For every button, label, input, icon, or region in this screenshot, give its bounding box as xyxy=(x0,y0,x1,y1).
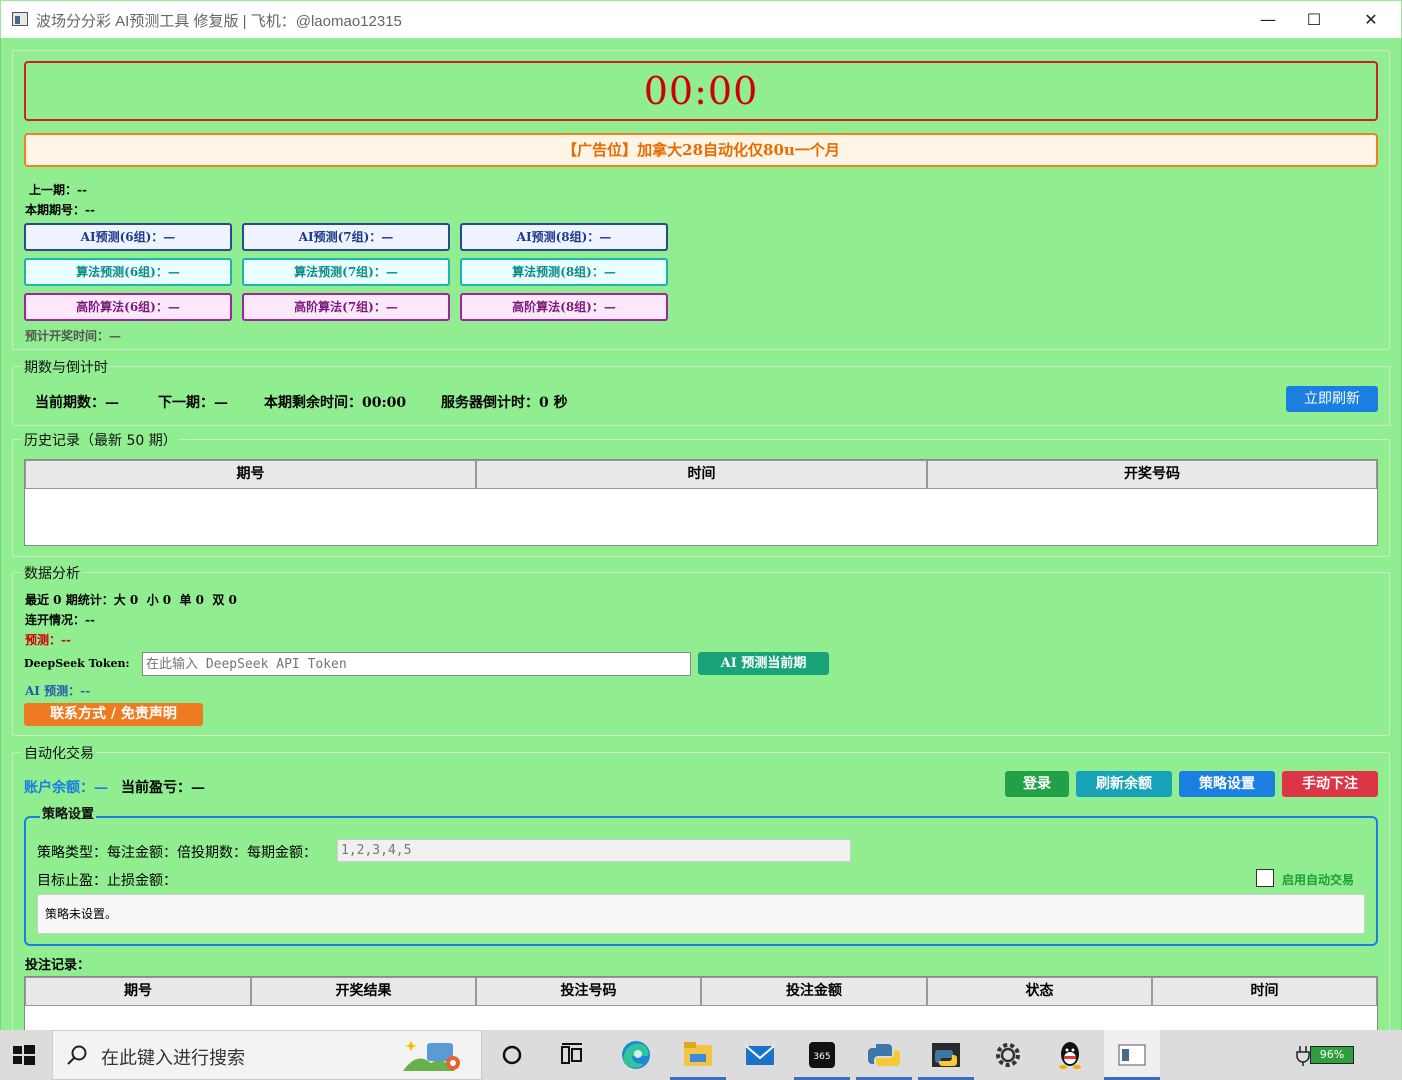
bet-record-table[interactable]: 期号 开奖结果 投注号码 投注金额 状态 时间 xyxy=(24,976,1378,1036)
login-button[interactable]: 登录 xyxy=(1005,771,1069,797)
strategy-fields-line1: 策略类型：每注金额：倍投期数：每期金额： xyxy=(37,845,317,861)
search-highlight-icon xyxy=(403,1041,460,1071)
battery-level: 96% xyxy=(1310,1046,1354,1064)
file-explorer-icon[interactable] xyxy=(670,1030,726,1080)
ai-prediction-result: AI 预测：-- xyxy=(25,684,91,698)
svg-text:365: 365 xyxy=(813,1052,830,1062)
current-period-status: 当前期数：— xyxy=(35,395,119,411)
manual-bet-button[interactable]: 手动下注 xyxy=(1282,771,1378,797)
alg-predict-8-button[interactable]: 算法预测(8组)：— xyxy=(460,258,668,286)
current-period-label: 本期期号：-- xyxy=(25,203,95,217)
token-label: DeepSeek Token: xyxy=(24,657,130,670)
ai-predict-7-button[interactable]: AI预测(7组)：— xyxy=(242,223,450,251)
task-view-icon[interactable] xyxy=(544,1030,600,1080)
recent-stats: 最近 0 期统计：大 0 小 0 单 0 双 0 xyxy=(25,593,237,607)
adv-algo-7-button[interactable]: 高阶算法(7组)：— xyxy=(242,293,450,321)
alg-predict-7-button[interactable]: 算法预测(7组)：— xyxy=(242,258,450,286)
window-title: 波场分分彩 AI预测工具 修复版 | 飞机：@laomao12315 xyxy=(36,13,402,30)
refresh-now-button[interactable]: 立即刷新 xyxy=(1286,386,1378,412)
strategy-settings-button[interactable]: 策略设置 xyxy=(1179,771,1275,797)
alg-predict-6-button[interactable]: 算法预测(6组)：— xyxy=(24,258,232,286)
expected-draw-time: 预计开奖时间：— xyxy=(25,329,122,343)
minimize-button[interactable]: — xyxy=(1245,5,1291,35)
adv-algo-6-button[interactable]: 高阶算法(6组)：— xyxy=(24,293,232,321)
title-bar: 波场分分彩 AI预测工具 修复版 | 飞机：@laomao12315 — ☐ ✕ xyxy=(0,0,1402,38)
contact-disclaimer-button[interactable]: 联系方式 / 免责声明 xyxy=(24,703,203,726)
cortana-icon[interactable] xyxy=(484,1030,540,1080)
trading-section-title: 自动化交易 xyxy=(22,743,96,763)
streak-info: 连开情况：-- xyxy=(25,613,95,627)
refresh-balance-button[interactable]: 刷新余额 xyxy=(1076,771,1172,797)
maximize-button[interactable]: ☐ xyxy=(1291,5,1337,35)
remaining-time-status: 本期剩余时间：00:00 xyxy=(264,395,407,411)
per-period-amount-input[interactable] xyxy=(337,839,851,862)
account-balance: 账户余额：— xyxy=(24,780,108,796)
auto-trade-checkbox[interactable] xyxy=(1256,869,1274,887)
settings-icon[interactable] xyxy=(980,1030,1036,1080)
analysis-section-title: 数据分析 xyxy=(22,563,82,583)
history-section-title: 历史记录（最新 50 期） xyxy=(22,430,179,450)
search-icon xyxy=(67,1045,87,1065)
qq-icon[interactable] xyxy=(1042,1030,1098,1080)
deepseek-token-input[interactable] xyxy=(142,652,691,676)
ad-banner[interactable]: 【广告位】加拿大28自动化仅80u一个月 xyxy=(24,133,1378,167)
ai-predict-current-button[interactable]: AI 预测当前期 xyxy=(698,652,829,675)
bet-record-title: 投注记录： xyxy=(25,958,91,973)
countdown-display: 00:00 xyxy=(24,61,1378,121)
period-section-title: 期数与倒计时 xyxy=(22,357,110,377)
strategy-fields-line2: 目标止盈：止损金额： xyxy=(37,873,177,889)
adv-algo-8-button[interactable]: 高阶算法(8组)：— xyxy=(460,293,668,321)
history-col-numbers[interactable]: 开奖号码 xyxy=(927,460,1377,489)
ai-predict-6-button[interactable]: AI预测(6组)：— xyxy=(24,223,232,251)
bet-col-period[interactable]: 期号 xyxy=(25,977,251,1006)
close-button[interactable]: ✕ xyxy=(1348,5,1394,35)
app-icon xyxy=(12,12,28,26)
taskbar: 在此键入进行搜索 365 96% xyxy=(0,1030,1402,1080)
server-countdown-status: 服务器倒计时：0 秒 xyxy=(441,395,568,411)
prediction-result: 预测：-- xyxy=(25,633,71,647)
current-pnl: 当前盈亏：— xyxy=(121,780,205,796)
history-table[interactable]: 期号 时间 开奖号码 xyxy=(24,459,1378,546)
strategy-box-title: 策略设置 xyxy=(40,803,97,822)
bet-col-status[interactable]: 状态 xyxy=(927,977,1152,1006)
edge-icon[interactable] xyxy=(608,1030,664,1080)
history-col-time[interactable]: 时间 xyxy=(476,460,927,489)
bet-col-result[interactable]: 开奖结果 xyxy=(251,977,476,1006)
app-window-icon[interactable] xyxy=(1104,1030,1160,1080)
bet-col-time[interactable]: 时间 xyxy=(1152,977,1377,1006)
python-ide-icon[interactable] xyxy=(918,1030,974,1080)
battery-indicator[interactable]: 96% xyxy=(1294,1044,1356,1066)
windows-start-icon[interactable] xyxy=(0,1030,48,1080)
mail-icon[interactable] xyxy=(732,1030,788,1080)
taskbar-search-box[interactable]: 在此键入进行搜索 xyxy=(52,1030,482,1080)
python-icon[interactable] xyxy=(856,1030,912,1080)
bet-col-amount[interactable]: 投注金额 xyxy=(701,977,927,1006)
last-period-label: 上一期：-- xyxy=(29,183,87,197)
bet-col-numbers[interactable]: 投注号码 xyxy=(476,977,701,1006)
ai-predict-8-button[interactable]: AI预测(8组)：— xyxy=(460,223,668,251)
taskbar-search-placeholder: 在此键入进行搜索 xyxy=(101,1048,245,1069)
next-period-status: 下一期：— xyxy=(158,395,228,411)
history-col-period[interactable]: 期号 xyxy=(25,460,476,489)
strategy-status-box: 策略未设置。 xyxy=(37,894,1365,934)
auto-trade-label[interactable]: 启用自动交易 xyxy=(1282,871,1354,888)
bet365-icon[interactable]: 365 xyxy=(794,1030,850,1080)
